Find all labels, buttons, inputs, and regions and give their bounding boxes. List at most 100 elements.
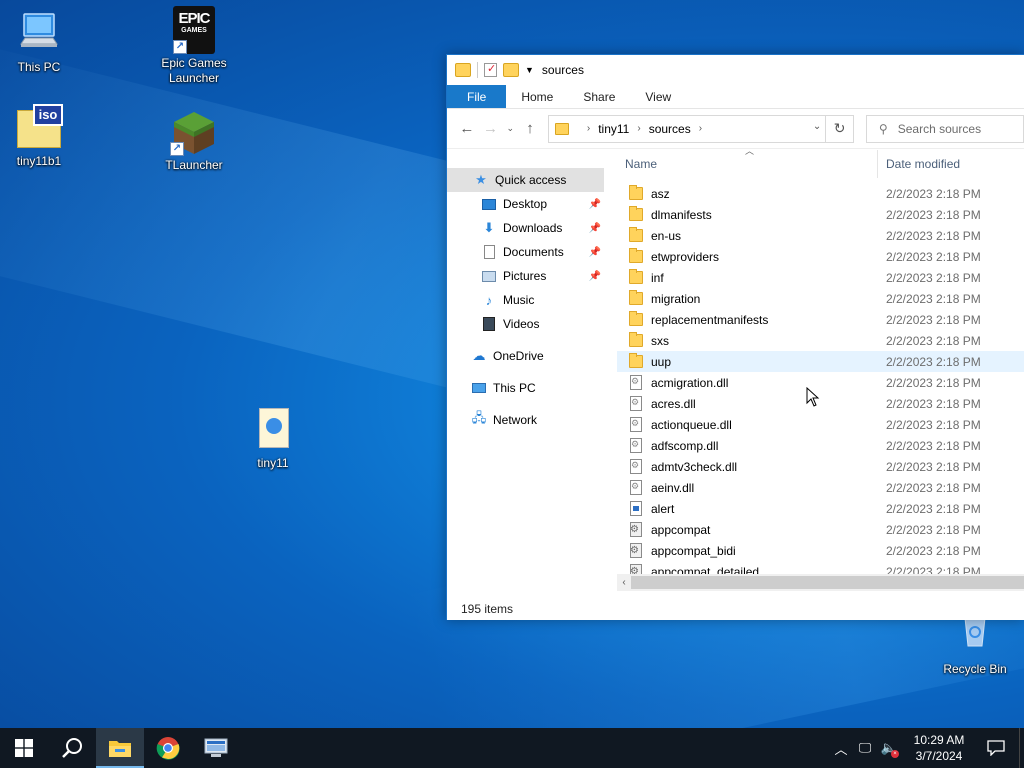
desktop-icon-tiny11[interactable]: tiny11 bbox=[235, 406, 311, 471]
address-bar[interactable]: › tiny11 › sources › ⌄ bbox=[547, 114, 827, 143]
file-row[interactable]: asz 2/2/2023 2:18 PM bbox=[617, 183, 1024, 204]
desktop-icon-recycle-bin[interactable]: Recycle Bin bbox=[937, 612, 1013, 677]
nav-downloads[interactable]: ⬇ Downloads 📌 bbox=[447, 216, 607, 240]
file-row[interactable]: admtv3check.dll 2/2/2023 2:18 PM bbox=[617, 456, 1024, 477]
file-row[interactable]: alert 2/2/2023 2:18 PM bbox=[617, 498, 1024, 519]
file-date-modified: 2/2/2023 2:18 PM bbox=[886, 459, 981, 474]
forward-button[interactable]: → bbox=[479, 117, 503, 141]
search-button[interactable] bbox=[48, 728, 96, 768]
tab-share[interactable]: Share bbox=[568, 85, 630, 108]
quick-access-toolbar-dropdown-icon[interactable]: ▼ bbox=[525, 65, 534, 75]
nav-quick-access[interactable]: ★ Quick access bbox=[447, 168, 604, 192]
desktop-icon-label: tiny11 bbox=[257, 456, 289, 470]
scrollbar-thumb[interactable] bbox=[631, 576, 1024, 589]
tab-home[interactable]: Home bbox=[506, 85, 568, 108]
file-name: adfscomp.dll bbox=[651, 438, 719, 453]
file-row[interactable]: acmigration.dll 2/2/2023 2:18 PM bbox=[617, 372, 1024, 393]
file-name: migration bbox=[651, 291, 701, 306]
refresh-button[interactable]: ↻ bbox=[826, 114, 854, 143]
start-button[interactable] bbox=[0, 728, 48, 768]
breadcrumb-sources[interactable]: sources bbox=[649, 122, 691, 136]
config-file-icon bbox=[630, 543, 642, 558]
back-button[interactable]: ← bbox=[455, 117, 479, 141]
file-row[interactable]: adfscomp.dll 2/2/2023 2:18 PM bbox=[617, 435, 1024, 456]
file-row[interactable]: acres.dll 2/2/2023 2:18 PM bbox=[617, 393, 1024, 414]
search-input[interactable]: ⚲ Search sources bbox=[865, 114, 1024, 143]
desktop-icon-tiny11b1[interactable]: iso tiny11b1 bbox=[1, 104, 77, 169]
file-name-cell: migration bbox=[617, 290, 877, 306]
column-header-date-modified[interactable]: Date modified bbox=[877, 150, 960, 178]
taskbar-file-explorer[interactable] bbox=[96, 728, 144, 768]
chevron-up-icon[interactable]: ︿ bbox=[829, 739, 853, 758]
chevron-right-icon[interactable]: › bbox=[637, 123, 640, 134]
file-row[interactable]: uup 2/2/2023 2:18 PM bbox=[617, 351, 1024, 372]
taskbar-chrome[interactable] bbox=[144, 728, 192, 768]
file-name-cell: sxs bbox=[617, 332, 877, 348]
folder-icon bbox=[629, 353, 643, 368]
pin-icon[interactable]: 📌 bbox=[589, 271, 601, 282]
speaker-muted-icon[interactable]: 🔈 × bbox=[877, 740, 901, 758]
chevron-right-icon[interactable]: › bbox=[587, 123, 590, 134]
explorer-body: ★ Quick access Desktop 📌 ⬇ Downloads 📌 D… bbox=[447, 146, 1024, 598]
nav-pictures[interactable]: Pictures 📌 bbox=[447, 264, 607, 288]
desktop-icon-label: Epic Games Launcher bbox=[161, 56, 227, 85]
nav-label: Downloads bbox=[503, 221, 563, 235]
file-name-cell: aeinv.dll bbox=[617, 480, 877, 495]
nav-onedrive[interactable]: ☁ OneDrive bbox=[447, 344, 607, 368]
file-row[interactable]: en-us 2/2/2023 2:18 PM bbox=[617, 225, 1024, 246]
nav-desktop[interactable]: Desktop 📌 bbox=[447, 192, 607, 216]
nav-network[interactable]: 🖧 Network bbox=[447, 408, 607, 432]
file-row[interactable]: replacementmanifests 2/2/2023 2:18 PM bbox=[617, 309, 1024, 330]
file-explorer-window: ▼ sources File Home Share View ← → ⌄ ↑ ›… bbox=[446, 54, 1024, 620]
column-header-name[interactable]: Name bbox=[617, 157, 877, 171]
file-row[interactable]: sxs 2/2/2023 2:18 PM bbox=[617, 330, 1024, 351]
file-name: actionqueue.dll bbox=[651, 417, 732, 432]
file-name-cell: admtv3check.dll bbox=[617, 459, 877, 474]
taskbar-remote-desktop[interactable] bbox=[192, 728, 240, 768]
new-folder-icon[interactable] bbox=[503, 63, 519, 77]
folder-icon bbox=[554, 122, 569, 135]
desktop-icon-epic-games[interactable]: EPIC GAMES ↗ Epic Games Launcher bbox=[156, 6, 232, 86]
file-name: acres.dll bbox=[651, 396, 696, 411]
up-button[interactable]: ↑ bbox=[518, 117, 542, 141]
network-icon[interactable]: 🖵 bbox=[853, 740, 877, 756]
desktop-icon-this-pc[interactable]: This PC bbox=[1, 10, 77, 75]
pin-icon[interactable]: 📌 bbox=[589, 247, 601, 258]
show-desktop-button[interactable] bbox=[1019, 728, 1024, 768]
nav-documents[interactable]: Documents 📌 bbox=[447, 240, 607, 264]
tab-file[interactable]: File bbox=[447, 85, 507, 108]
shortcut-arrow-icon: ↗ bbox=[173, 40, 187, 54]
tab-view[interactable]: View bbox=[630, 85, 686, 108]
recent-locations-button[interactable]: ⌄ bbox=[502, 117, 518, 141]
documents-icon bbox=[481, 244, 497, 260]
nav-this-pc[interactable]: This PC bbox=[447, 376, 607, 400]
folder-icon bbox=[629, 185, 643, 200]
pictures-icon bbox=[481, 268, 497, 284]
file-row[interactable]: appcompat 2/2/2023 2:18 PM bbox=[617, 519, 1024, 540]
desktop-icon-tlauncher[interactable]: ↗ TLauncher bbox=[156, 108, 232, 173]
nav-videos[interactable]: Videos bbox=[447, 312, 607, 336]
properties-icon[interactable] bbox=[484, 62, 497, 77]
horizontal-scrollbar[interactable]: ‹ bbox=[617, 574, 1024, 591]
scroll-left-icon[interactable]: ‹ bbox=[617, 574, 631, 591]
file-row[interactable]: etwproviders 2/2/2023 2:18 PM bbox=[617, 246, 1024, 267]
nav-label: OneDrive bbox=[493, 349, 544, 363]
chevron-down-icon[interactable]: ⌄ bbox=[813, 121, 821, 132]
file-row[interactable]: migration 2/2/2023 2:18 PM bbox=[617, 288, 1024, 309]
file-row[interactable]: inf 2/2/2023 2:18 PM bbox=[617, 267, 1024, 288]
file-row[interactable]: aeinv.dll 2/2/2023 2:18 PM bbox=[617, 477, 1024, 498]
clock[interactable]: 10:29 AM 3/7/2024 bbox=[905, 732, 973, 764]
nav-music[interactable]: ♪ Music bbox=[447, 288, 607, 312]
pin-icon[interactable]: 📌 bbox=[589, 223, 601, 234]
title-bar[interactable]: ▼ sources bbox=[447, 55, 1024, 85]
breadcrumb-tiny11[interactable]: tiny11 bbox=[598, 122, 629, 136]
iso-file-icon: iso bbox=[15, 104, 63, 152]
dll-file-icon bbox=[630, 438, 642, 453]
pin-icon[interactable]: 📌 bbox=[589, 199, 601, 210]
file-row[interactable]: appcompat_bidi 2/2/2023 2:18 PM bbox=[617, 540, 1024, 561]
file-row[interactable]: dlmanifests 2/2/2023 2:18 PM bbox=[617, 204, 1024, 225]
chevron-right-icon[interactable]: › bbox=[699, 123, 702, 134]
file-row[interactable]: actionqueue.dll 2/2/2023 2:18 PM bbox=[617, 414, 1024, 435]
file-date-modified: 2/2/2023 2:18 PM bbox=[886, 291, 981, 306]
action-center-button[interactable] bbox=[973, 740, 1019, 756]
